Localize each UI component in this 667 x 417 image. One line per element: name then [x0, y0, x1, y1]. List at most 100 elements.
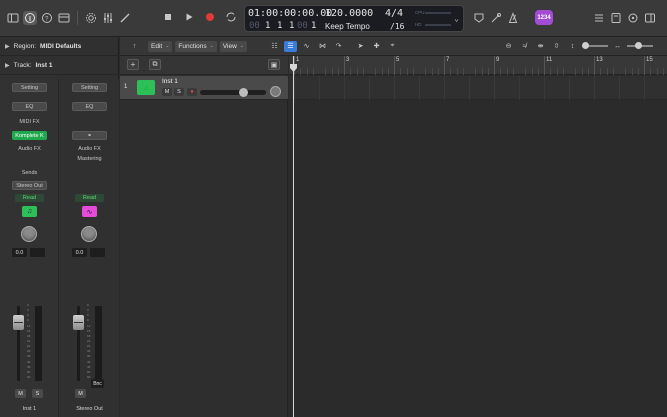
- lcd-display[interactable]: 01:00:00:00.00 120.0000 4/4 00 1 1 1 00 …: [244, 5, 464, 32]
- lane-gridline: [294, 76, 295, 100]
- mute-button[interactable]: M: [75, 389, 86, 398]
- setting-button[interactable]: Setting: [12, 83, 47, 92]
- ruler-minor-tick: [431, 68, 433, 75]
- sends-slot[interactable]: Sends: [12, 168, 47, 177]
- track-record-button[interactable]: ●: [187, 88, 197, 96]
- stop-icon[interactable]: [160, 9, 175, 24]
- waveform-zoom-icon[interactable]: ≉: [518, 41, 531, 52]
- mute-button[interactable]: M: [15, 389, 26, 398]
- eq-button[interactable]: EQ: [12, 102, 47, 111]
- setting-button[interactable]: Setting: [72, 83, 107, 92]
- ruler-minor-tick: [656, 68, 658, 75]
- fit-horizontal-icon[interactable]: ⇼: [534, 41, 547, 52]
- disclosure-triangle-icon[interactable]: ▶: [5, 43, 10, 50]
- eq-button[interactable]: EQ: [72, 102, 107, 111]
- audio-fx-slot[interactable]: Audio FX: [12, 144, 47, 153]
- track-pan-knob[interactable]: [270, 86, 281, 97]
- catch-icon[interactable]: ↷: [332, 41, 345, 52]
- automation-read-button[interactable]: Read: [15, 194, 44, 202]
- loop-browser-icon[interactable]: [626, 11, 640, 25]
- audio-fx-slot[interactable]: Audio FX: [72, 144, 107, 153]
- inspector-icon[interactable]: [23, 11, 37, 25]
- pan-knob[interactable]: [81, 226, 97, 242]
- lane-gridline: [619, 76, 620, 100]
- track-name[interactable]: Inst 1: [162, 78, 178, 85]
- functions-menu[interactable]: Functions ⌄: [175, 40, 217, 52]
- strip-name[interactable]: Stereo Out: [60, 406, 119, 412]
- track-inspector-header[interactable]: ▶ Track: Inst 1: [0, 57, 119, 75]
- automation-read-button[interactable]: Read: [75, 194, 104, 202]
- timeline-ruler[interactable]: 1 3 5 7 9 11 13 15: [289, 56, 667, 75]
- lane-gridline: [419, 76, 420, 100]
- arrange-area[interactable]: 1 3 5 7 9 11 13 15: [289, 56, 667, 417]
- ruler-minor-tick: [450, 68, 452, 75]
- settings-gear-icon[interactable]: [84, 11, 98, 25]
- pointer-tool-icon[interactable]: ➤: [354, 41, 367, 52]
- horizontal-zoom-icon[interactable]: ↔: [611, 41, 624, 52]
- pencil-tool-icon[interactable]: ✚: [370, 41, 383, 52]
- tuner-icon[interactable]: [489, 11, 503, 25]
- meter-scale-tick: 30: [27, 349, 31, 354]
- library-icon[interactable]: [6, 11, 20, 25]
- global-tracks-icon[interactable]: ▣: [268, 59, 280, 70]
- browsers-icon[interactable]: [643, 11, 657, 25]
- track-lane[interactable]: [289, 76, 667, 100]
- flex-icon[interactable]: ⋈: [316, 41, 329, 52]
- playhead[interactable]: [293, 56, 294, 417]
- automation-icon[interactable]: ∿: [300, 41, 313, 52]
- meter-scale: 0 3 6 9 12 15 18 21 24 30 35 40 45 50 60: [87, 304, 93, 379]
- link-icon[interactable]: ⚭: [72, 131, 107, 140]
- track-row[interactable]: 1 ♫ Inst 1 M S ●: [120, 76, 288, 100]
- slider-thumb[interactable]: [635, 42, 642, 49]
- vertical-zoom-slider[interactable]: [582, 42, 608, 49]
- editors-pencil-icon[interactable]: [118, 11, 132, 25]
- volume-slider-thumb[interactable]: [238, 88, 248, 97]
- metronome-icon[interactable]: [506, 11, 520, 25]
- replace-icon[interactable]: [472, 11, 486, 25]
- volume-fader[interactable]: [73, 315, 84, 330]
- notepad-icon[interactable]: [609, 11, 623, 25]
- edit-menu[interactable]: Edit ⌄: [148, 40, 173, 52]
- tracks-view-icon[interactable]: ☰: [284, 40, 297, 52]
- meter-scale-tick: 24: [27, 344, 31, 349]
- output-slot[interactable]: Stereo Out: [12, 181, 47, 190]
- add-track-button[interactable]: +: [127, 59, 139, 70]
- horizontal-zoom-slider[interactable]: [627, 42, 653, 49]
- mixer-icon[interactable]: [101, 11, 115, 25]
- vertical-zoom-icon[interactable]: ↕: [566, 41, 579, 52]
- bounce-button[interactable]: Bnc: [91, 379, 104, 388]
- marquee-tool-icon[interactable]: ⌖: [386, 41, 399, 52]
- count-in-badge[interactable]: 1234: [535, 10, 553, 25]
- ruler-minor-tick: [487, 68, 489, 75]
- volume-fader[interactable]: [13, 315, 24, 330]
- ruler-minor-tick: [481, 68, 483, 75]
- fit-vertical-icon[interactable]: ⇳: [550, 41, 563, 52]
- list-editors-icon[interactable]: [592, 11, 606, 25]
- track-mute-button[interactable]: M: [162, 88, 172, 96]
- view-menu-label: View: [222, 42, 237, 50]
- mastering-slot[interactable]: Mastering: [72, 154, 107, 163]
- record-icon[interactable]: [202, 9, 217, 24]
- meter-scale-tick: 18: [27, 333, 31, 338]
- track-solo-button[interactable]: S: [174, 88, 184, 96]
- disclosure-triangle-icon[interactable]: ▶: [5, 62, 10, 69]
- play-icon[interactable]: [181, 9, 196, 24]
- cycle-icon[interactable]: [223, 9, 238, 24]
- view-menu[interactable]: View ⌄: [219, 40, 247, 52]
- pan-knob[interactable]: [21, 226, 37, 242]
- toolbar-icon[interactable]: [57, 11, 71, 25]
- slider-thumb[interactable]: [582, 42, 589, 49]
- solo-button[interactable]: S: [32, 389, 43, 398]
- strip-name[interactable]: Inst 1: [0, 406, 59, 412]
- duplicate-track-icon[interactable]: ⧉: [149, 59, 161, 70]
- snap-icon[interactable]: ⊖: [502, 41, 515, 52]
- grid-view-icon[interactable]: ☷: [268, 41, 281, 52]
- quick-help-icon[interactable]: ?: [40, 11, 54, 25]
- instrument-slot[interactable]: Komplete K: [12, 131, 47, 140]
- chevron-down-icon[interactable]: ⌄: [454, 14, 459, 23]
- track-volume-slider[interactable]: [200, 88, 266, 97]
- up-arrow-icon[interactable]: ↑: [128, 41, 141, 52]
- region-inspector-header[interactable]: ▶ Region: MIDI Defaults: [0, 38, 119, 56]
- midi-fx-slot[interactable]: MIDI FX: [12, 117, 47, 126]
- ruler-minor-tick: [625, 68, 627, 75]
